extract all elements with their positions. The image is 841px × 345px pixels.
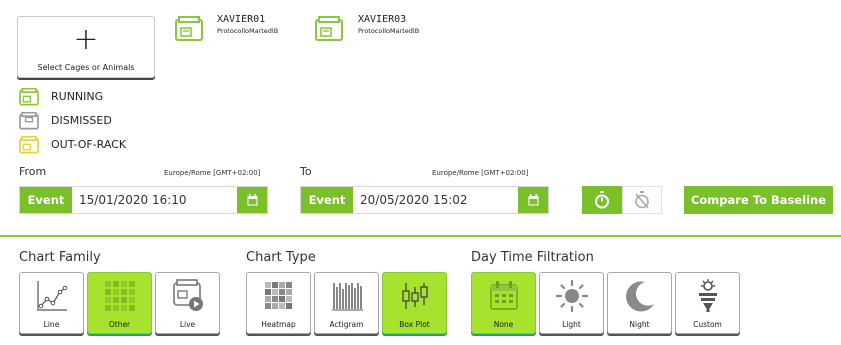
legend-running <box>19 87 39 110</box>
cage-chip-1[interactable] <box>175 16 203 46</box>
legend-label-out-of-rack: OUT-OF-RACK <box>51 138 127 151</box>
calendar-icon <box>247 194 257 206</box>
tile-label: None <box>493 320 514 329</box>
from-label: From <box>19 165 47 178</box>
legend-dismissed <box>19 111 39 134</box>
tile-label: Live <box>179 320 196 329</box>
chart-family-live[interactable]: Live <box>155 272 220 334</box>
from-date-group: Event 15/01/2020 16:10 <box>19 186 268 214</box>
to-timezone: Europe/Rome [GMT+02:00] <box>432 169 529 177</box>
chart-family-line[interactable]: Line <box>19 272 84 334</box>
calendar-icon <box>528 194 538 206</box>
cage-name-2: XAVIER03 <box>358 14 407 25</box>
tile-label: Line <box>43 320 60 329</box>
to-date-input[interactable]: 20/05/2020 15:02 <box>353 187 518 213</box>
calendar-icon <box>489 281 518 310</box>
legend-label-running: RUNNING <box>51 90 104 103</box>
cage-icon <box>175 16 203 41</box>
stopwatch-icon <box>595 191 609 209</box>
day-time-title: Day Time Filtration <box>471 250 594 265</box>
box-plot-icon <box>401 283 428 309</box>
line-chart-icon <box>36 281 67 311</box>
cage-icon <box>315 16 343 41</box>
chart-type-actigram[interactable]: Actigram <box>314 272 379 334</box>
chart-type-heatmap[interactable]: Heatmap <box>246 272 311 334</box>
tile-label: Custom <box>693 320 722 329</box>
moon-icon <box>625 281 654 312</box>
lamp-icon <box>698 279 717 312</box>
day-time-light[interactable]: Light <box>539 272 604 334</box>
day-time-night[interactable]: Night <box>607 272 672 334</box>
tile-label: Other <box>108 320 131 329</box>
cage-protocol-2: ProtocolloMartedìB <box>358 27 420 35</box>
to-calendar-button[interactable] <box>518 187 548 213</box>
live-cage-icon <box>172 279 203 311</box>
plus-icon: + <box>73 22 99 57</box>
to-date-group: Event 20/05/2020 15:02 <box>300 186 549 214</box>
day-time-custom[interactable]: Custom <box>675 272 740 334</box>
cage-icon <box>19 135 39 154</box>
from-timezone: Europe/Rome [GMT+02:00] <box>164 169 261 177</box>
chart-family-other[interactable]: Other <box>87 272 152 334</box>
timer-on-button[interactable] <box>582 186 622 214</box>
tile-label: Actigram <box>329 320 364 329</box>
cage-protocol-1: ProtocolloMartedìB <box>217 27 279 35</box>
sun-icon <box>555 279 588 313</box>
from-date-input[interactable]: 15/01/2020 16:10 <box>72 187 237 213</box>
chart-type-title: Chart Type <box>246 250 316 265</box>
tile-label: Heatmap <box>261 320 296 329</box>
legend-label-dismissed: DISMISSED <box>51 114 112 127</box>
cage-icon <box>19 111 39 130</box>
cage-name-1: XAVIER01 <box>217 14 266 25</box>
chart-type-box-plot[interactable]: Box Plot <box>382 272 447 334</box>
to-label: To <box>300 165 312 178</box>
tile-label: Box Plot <box>399 320 430 329</box>
tile-label: Night <box>629 320 650 329</box>
actigram-icon <box>331 283 363 311</box>
timer-off-button[interactable] <box>622 186 662 214</box>
section-divider <box>0 235 841 237</box>
select-cages-button[interactable]: + Select Cages or Animals <box>17 16 155 78</box>
select-cages-label: Select Cages or Animals <box>37 63 135 72</box>
to-mode-button[interactable]: Event <box>301 187 353 213</box>
stopwatch-off-icon <box>635 191 649 209</box>
from-mode-button[interactable]: Event <box>20 187 72 213</box>
cage-chip-2[interactable] <box>315 16 343 46</box>
heatmap-icon <box>264 282 292 309</box>
chart-family-title: Chart Family <box>19 250 101 265</box>
tile-label: Light <box>562 320 581 329</box>
compare-to-baseline-button[interactable]: Compare To Baseline <box>684 186 833 214</box>
grid-icon <box>104 281 135 311</box>
cage-icon <box>19 87 39 106</box>
day-time-none[interactable]: None <box>471 272 536 334</box>
from-calendar-button[interactable] <box>237 187 267 213</box>
timer-toggle <box>582 186 662 214</box>
legend-out-of-rack <box>19 135 39 158</box>
